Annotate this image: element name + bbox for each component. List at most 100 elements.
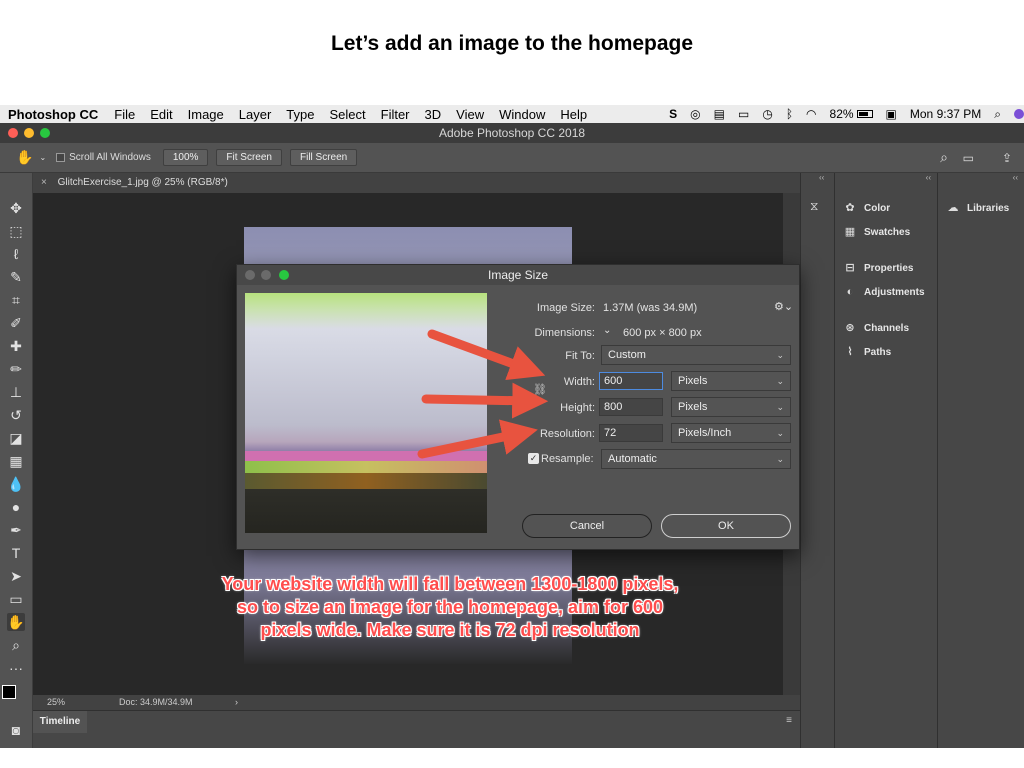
type-tool-icon[interactable]: T (7, 544, 25, 562)
close-window-icon[interactable] (8, 128, 18, 138)
swatches-grid-icon: ▦ (844, 226, 856, 238)
bluetooth-icon[interactable]: ᛒ (786, 107, 793, 121)
more-tools-icon[interactable]: ··· (7, 659, 25, 677)
constrain-proportions-link-icon[interactable]: ⛓ (533, 383, 547, 396)
history-brush-tool-icon[interactable]: ↺ (7, 406, 25, 424)
creative-cloud-icon[interactable]: ◎ (690, 107, 700, 121)
panel-menu-icon[interactable]: ≡ (786, 715, 792, 726)
menu-extra-icon[interactable]: ▣ (886, 107, 897, 121)
cancel-button[interactable]: Cancel (522, 514, 652, 538)
search-icon[interactable]: ⌕ (940, 149, 948, 166)
dimensions-toggle-icon[interactable]: ⌄ (603, 325, 611, 336)
menu-3d[interactable]: 3D (425, 107, 442, 122)
fit-screen-button[interactable]: Fit Screen (216, 149, 282, 166)
quick-select-tool-icon[interactable]: ✎ (7, 268, 25, 286)
panel-properties[interactable]: ⊟ Properties (843, 262, 913, 274)
menu-filter[interactable]: Filter (381, 107, 410, 122)
marquee-tool-icon[interactable]: ⬚ (7, 222, 25, 240)
panel-swatches[interactable]: ▦ Swatches (843, 226, 910, 238)
resolution-input[interactable]: 72 (599, 424, 663, 442)
menu-edit[interactable]: Edit (150, 107, 172, 122)
move-tool-icon[interactable]: ✥ (7, 199, 25, 217)
airplay-icon[interactable]: ▭ (738, 107, 749, 121)
fit-to-select[interactable]: Custom ⌄ (601, 345, 791, 365)
siri-icon[interactable] (1014, 109, 1024, 119)
battery-icon[interactable] (856, 110, 873, 118)
resample-select[interactable]: Automatic ⌄ (601, 449, 791, 469)
document-tab[interactable]: × GlitchExercise_1.jpg @ 25% (RGB/8*) (33, 173, 800, 193)
time-machine-icon[interactable]: ◷ (762, 107, 772, 121)
spotlight-search-icon[interactable]: ⌕ (994, 107, 1001, 122)
panel-color[interactable]: ✿ Color (843, 202, 890, 214)
menu-image[interactable]: Image (188, 107, 224, 122)
chevron-right-icon[interactable]: › (235, 695, 238, 710)
panel-channels[interactable]: ⊛ Channels (843, 322, 909, 334)
clock[interactable]: Mon 9:37 PM (910, 107, 981, 121)
close-document-icon[interactable]: × (41, 177, 47, 188)
dodge-tool-icon[interactable]: ● (7, 498, 25, 516)
zoom-100-button[interactable]: 100% (162, 149, 209, 166)
zoom-window-icon[interactable] (40, 128, 50, 138)
width-unit-select[interactable]: Pixels ⌄ (671, 371, 791, 391)
collapse-icon[interactable]: ‹‹ (819, 173, 824, 182)
menu-view[interactable]: View (456, 107, 484, 122)
collapse-icon[interactable]: ‹‹ (926, 173, 931, 182)
hand-tool-icon[interactable]: ✋ (16, 149, 33, 166)
workspace-icon[interactable]: ▭ (963, 151, 974, 165)
menu-app-name[interactable]: Photoshop CC (8, 107, 98, 122)
height-input[interactable]: 800 (599, 398, 663, 416)
settings-gear-icon[interactable]: ⚙⌄ (774, 300, 793, 313)
foreground-color-swatch[interactable] (2, 685, 16, 699)
wifi-icon[interactable]: ◠ (806, 107, 816, 121)
collapse-icon[interactable]: ‹‹ (1013, 173, 1018, 182)
stack-icon[interactable]: ▤ (714, 107, 725, 121)
crop-tool-icon[interactable]: ⌗ (7, 291, 25, 309)
share-icon[interactable]: ⇪ (1002, 151, 1012, 165)
zoom-level[interactable]: 25% (47, 695, 65, 710)
gradient-tool-icon[interactable]: ▦ (7, 452, 25, 470)
menu-type[interactable]: Type (286, 107, 314, 122)
doc-size: Doc: 34.9M/34.9M (119, 697, 193, 707)
dialog-minimize-icon[interactable] (261, 270, 271, 280)
blur-tool-icon[interactable]: 💧 (7, 475, 25, 493)
brush-tool-icon[interactable]: ✏ (7, 360, 25, 378)
timeline-tab[interactable]: Timeline (33, 711, 87, 733)
lasso-tool-icon[interactable]: ℓ (7, 245, 25, 263)
path-select-tool-icon[interactable]: ➤ (7, 567, 25, 585)
dialog-close-icon[interactable] (245, 270, 255, 280)
height-unit-value: Pixels (678, 401, 708, 413)
image-preview[interactable] (245, 293, 487, 533)
dialog-zoom-icon[interactable] (279, 270, 289, 280)
panel-adjustments[interactable]: ◐ Adjustments (843, 286, 925, 298)
zoom-tool-icon[interactable]: ⌕ (7, 636, 25, 654)
menu-file[interactable]: File (114, 107, 135, 122)
eyedropper-tool-icon[interactable]: ✐ (7, 314, 25, 332)
resample-value: Automatic (608, 453, 657, 465)
menu-select[interactable]: Select (329, 107, 365, 122)
minimize-window-icon[interactable] (24, 128, 34, 138)
history-icon[interactable]: ⧖ (810, 199, 818, 214)
dollar-icon[interactable]: S (669, 107, 677, 121)
clone-stamp-tool-icon[interactable]: ⊥ (7, 383, 25, 401)
chevron-down-icon[interactable]: ⌄ (39, 153, 46, 162)
eraser-tool-icon[interactable]: ◪ (7, 429, 25, 447)
width-input[interactable]: 600 (599, 372, 663, 390)
panel-swatches-label: Swatches (864, 226, 911, 238)
hand-tool-active-icon[interactable]: ✋ (7, 613, 25, 631)
fill-screen-button[interactable]: Fill Screen (290, 149, 358, 166)
height-unit-select[interactable]: Pixels ⌄ (671, 397, 791, 417)
panel-column-2: ‹‹ ☁ Libraries (937, 173, 1024, 748)
menu-window[interactable]: Window (499, 107, 545, 122)
resolution-unit-select[interactable]: Pixels/Inch ⌄ (671, 423, 791, 443)
scroll-all-windows-checkbox[interactable] (56, 153, 66, 162)
panel-libraries[interactable]: ☁ Libraries (946, 202, 1010, 214)
ok-button[interactable]: OK (661, 514, 791, 538)
quick-mask-icon[interactable]: ◙ (7, 721, 25, 739)
menu-help[interactable]: Help (560, 107, 587, 122)
resample-checkbox[interactable]: ✓ (528, 453, 539, 464)
menu-layer[interactable]: Layer (239, 107, 272, 122)
rectangle-tool-icon[interactable]: ▭ (7, 590, 25, 608)
healing-brush-tool-icon[interactable]: ✚ (7, 337, 25, 355)
pen-tool-icon[interactable]: ✒ (7, 521, 25, 539)
panel-paths[interactable]: ⌇ Paths (843, 346, 891, 358)
